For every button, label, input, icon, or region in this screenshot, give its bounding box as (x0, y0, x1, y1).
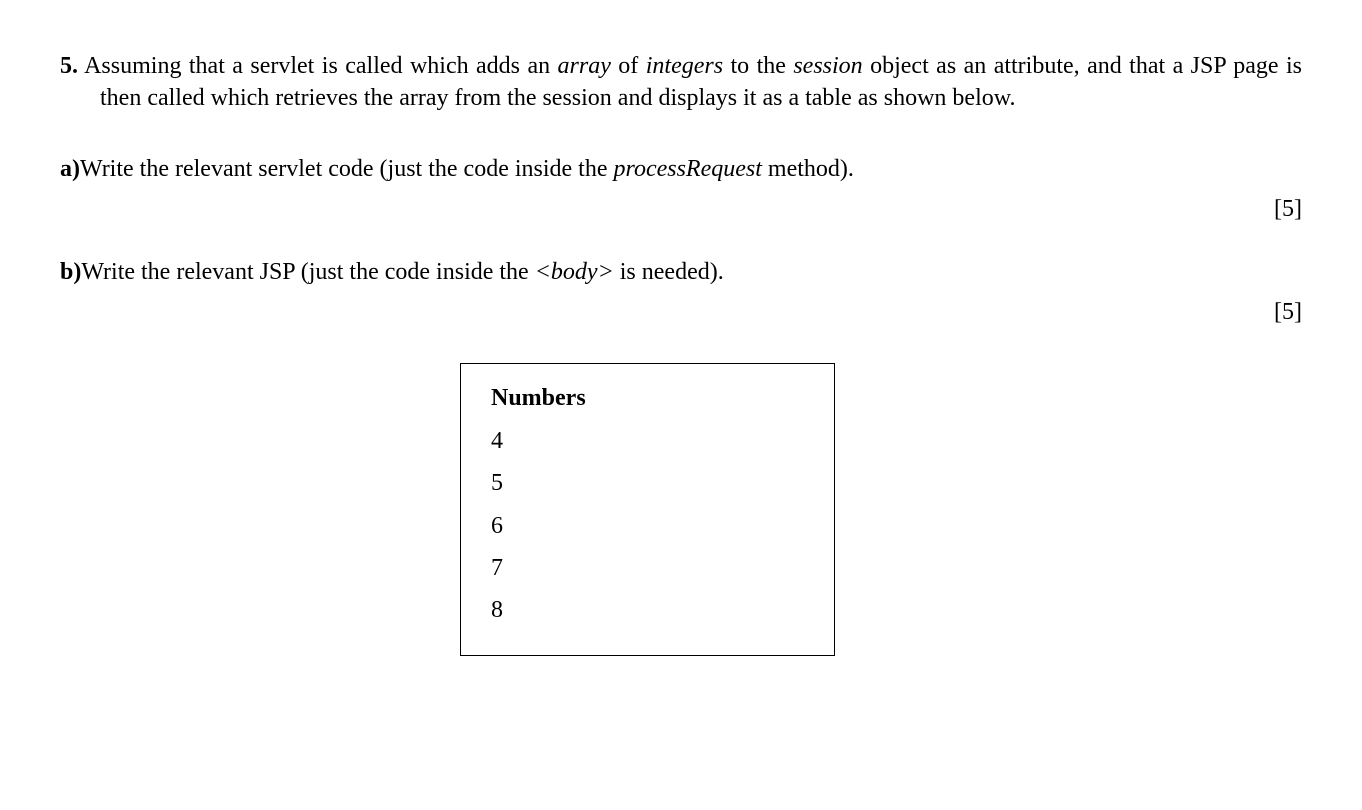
intro-text-3: to the (723, 53, 793, 79)
intro-text-1: Assuming that a servlet is called which … (78, 53, 558, 79)
part-a: a)Write the relevant servlet code (just … (60, 153, 1302, 185)
table-row: 7 (491, 552, 804, 584)
part-b-italic: <body> (535, 259, 614, 285)
part-b-marks: [5] (60, 296, 1302, 328)
intro-italic-array: array (558, 53, 611, 79)
part-a-label: a) (60, 156, 80, 182)
numbers-table-container: Numbers 4 5 6 7 8 (460, 363, 1302, 655)
intro-text-2: of (611, 53, 646, 79)
part-b: b)Write the relevant JSP (just the code … (60, 256, 1302, 288)
part-b-text-before: Write the relevant JSP (just the code in… (81, 259, 534, 285)
table-row: 4 (491, 425, 804, 457)
part-a-marks: [5] (60, 193, 1302, 225)
table-row: 5 (491, 467, 804, 499)
table-row: 8 (491, 594, 804, 626)
part-a-text-before: Write the relevant servlet code (just th… (80, 156, 614, 182)
numbers-table: Numbers 4 5 6 7 8 (460, 363, 835, 655)
table-row: 6 (491, 510, 804, 542)
intro-italic-integers: integers (646, 53, 723, 79)
question-number: 5. (60, 53, 78, 79)
numbers-header: Numbers (491, 382, 804, 414)
part-b-label: b) (60, 259, 81, 285)
question-intro: 5. Assuming that a servlet is called whi… (60, 50, 1302, 115)
part-b-text-after: is needed). (614, 259, 724, 285)
intro-italic-session: session (793, 53, 862, 79)
part-a-italic: processRequest (614, 156, 762, 182)
part-a-text-after: method). (762, 156, 854, 182)
